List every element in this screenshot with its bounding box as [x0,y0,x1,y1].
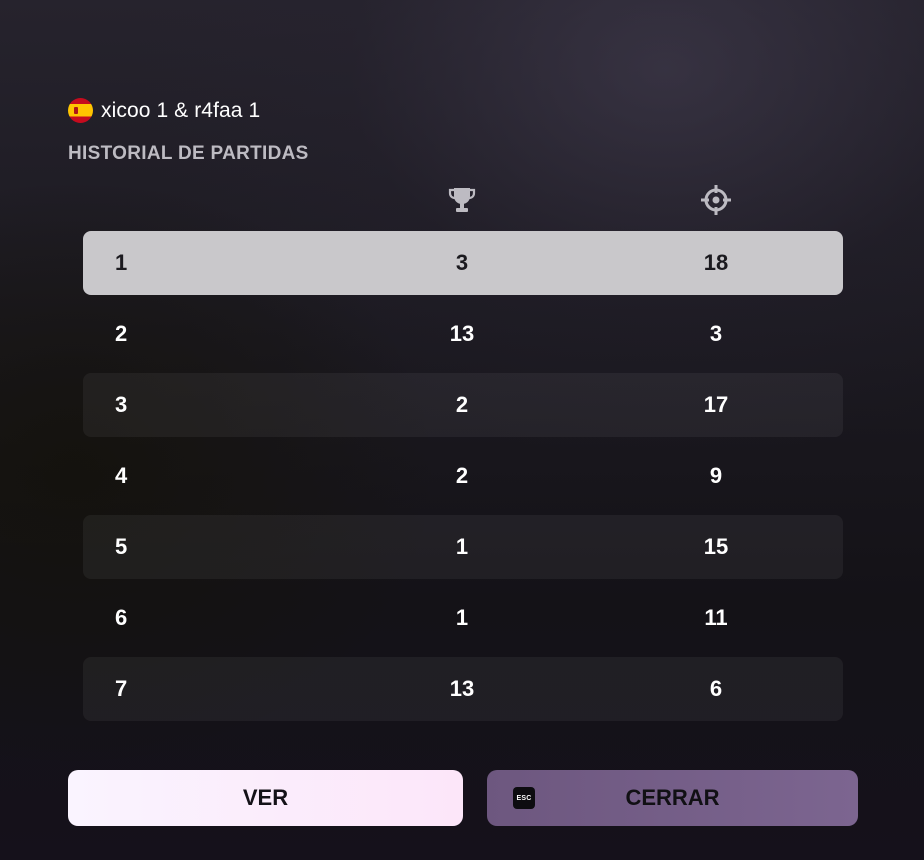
view-button-label: VER [242,785,289,810]
crosshair-icon [699,184,733,216]
kill-count: 17 [703,392,729,417]
table-row[interactable]: 3 2 17 [83,373,843,437]
view-button[interactable]: VER [68,770,463,826]
kill-count: 9 [709,463,723,488]
trophy-count: 1 [455,605,469,630]
match-number: 7 [115,676,128,701]
trophy-count: 1 [455,534,469,559]
kill-count: 6 [709,676,723,701]
kill-count: 11 [704,605,728,630]
match-number: 1 [115,250,128,275]
match-number: 6 [115,605,128,630]
trophy-count: 13 [449,676,475,701]
close-button[interactable]: ESC CERRAR [487,770,858,826]
esc-key-icon: ESC [513,787,535,809]
table-row[interactable]: 5 1 15 [83,515,843,579]
match-number: 3 [115,392,128,417]
spain-flag-icon [68,98,93,123]
kill-count: 18 [703,250,729,275]
table-row[interactable]: 6 1 11 [83,586,843,650]
trophy-count: 2 [455,392,469,417]
table-row[interactable]: 1 3 18 [83,231,843,295]
match-number: 2 [115,321,128,346]
trophy-count: 3 [455,250,469,275]
players-label: xicoo 1 & r4faa 1 [101,98,261,122]
table-row[interactable]: 4 2 9 [83,444,843,508]
match-header: xicoo 1 & r4faa 1 [68,98,260,123]
match-history-table: 1 3 18 2 13 3 3 2 17 4 2 9 5 1 15 6 1 11… [83,231,843,728]
match-number: 4 [115,463,128,488]
section-title: HISTORIAL DE PARTIDAS [68,143,309,164]
trophy-count: 13 [449,321,475,346]
trophy-icon [445,184,479,216]
trophy-count: 2 [455,463,469,488]
table-row[interactable]: 2 13 3 [83,302,843,366]
close-button-label: CERRAR [625,785,720,810]
kill-count: 15 [703,534,729,559]
match-number: 5 [115,534,128,559]
table-row[interactable]: 7 13 6 [83,657,843,721]
kill-count: 3 [709,321,723,346]
